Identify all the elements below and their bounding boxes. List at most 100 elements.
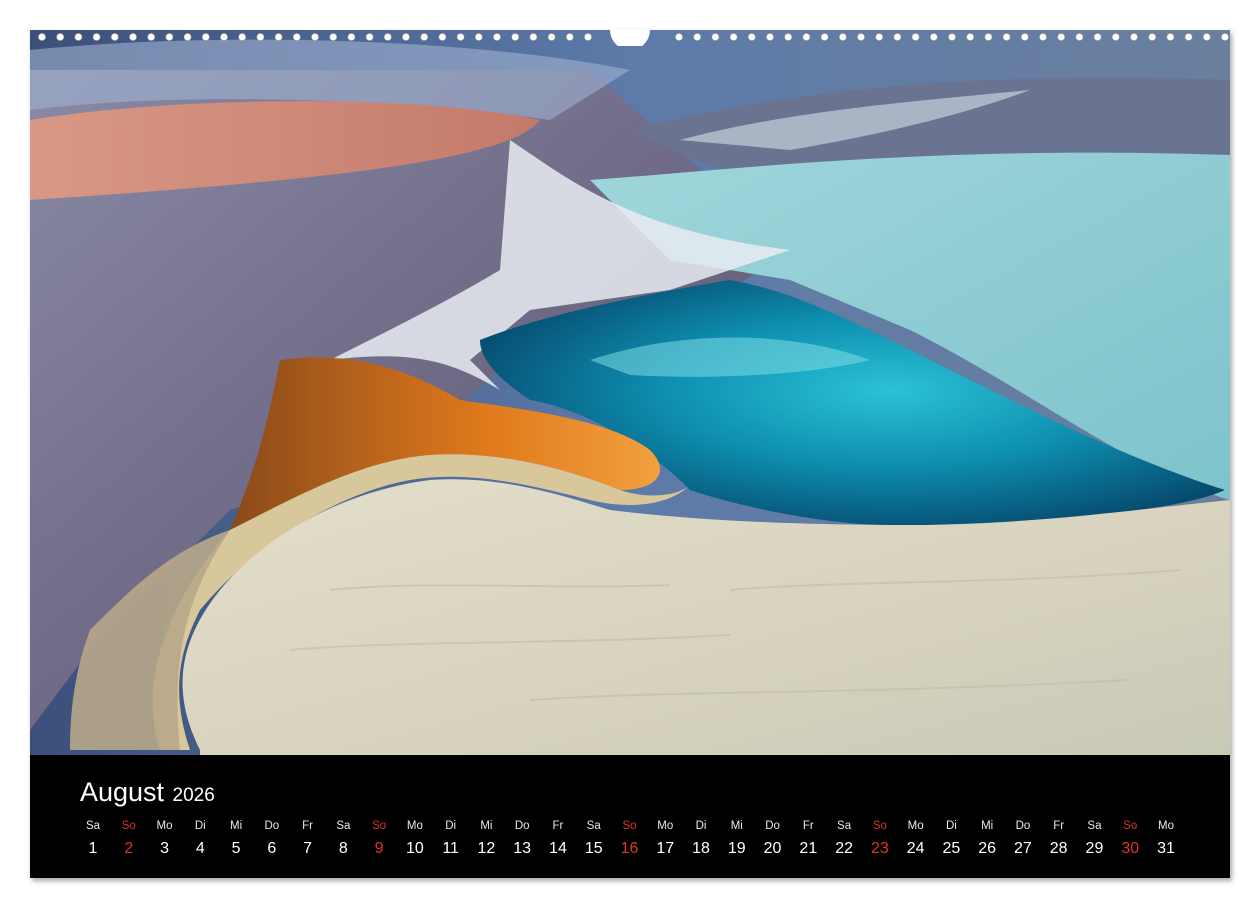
weekday-label: Di [445, 820, 457, 832]
weekday-label: Do [1015, 820, 1031, 832]
day-number: 7 [303, 840, 313, 857]
day-cell: Fr 7 [290, 819, 326, 859]
weekday-label: Fr [1053, 820, 1065, 832]
weekday-label: Sa [336, 820, 351, 832]
day-number: 24 [906, 840, 925, 857]
weekday-label: Mo [1158, 820, 1174, 832]
day-number: 23 [870, 840, 889, 857]
weekday-label: Do [514, 820, 530, 832]
day-number: 22 [835, 840, 853, 857]
weekday-label: So [622, 820, 637, 832]
day-number: 11 [442, 840, 459, 857]
day-number: 12 [477, 840, 496, 857]
day-number: 4 [195, 840, 205, 857]
month-title: August 2026 [80, 777, 215, 808]
calendar-page: August 2026 Sa 1 So 2 Mo 3 Di 4 Mi 5 Do 6 Fr 7 Sa 8 So 9 M… [30, 30, 1230, 878]
day-cell: Mi 12 [468, 819, 504, 859]
day-number: 3 [160, 840, 169, 857]
day-cell: So 30 [1112, 819, 1148, 859]
weekday-label: Fr [552, 820, 564, 832]
day-number: 9 [374, 840, 384, 857]
weekday-label: Sa [1087, 820, 1102, 832]
weekday-label: Mo [657, 820, 674, 832]
day-cell: Mi 26 [969, 819, 1005, 859]
day-cell: Mo 24 [898, 819, 934, 859]
day-cell: So 2 [111, 819, 147, 859]
hot-spring-photo [30, 30, 1230, 755]
weekday-label: Mo [406, 820, 423, 832]
day-cell: Mo 10 [397, 819, 433, 859]
day-number: 16 [620, 840, 639, 857]
day-cell: Di 11 [433, 819, 469, 859]
day-number: 2 [124, 840, 134, 857]
day-cell: Mo 17 [647, 819, 683, 859]
weekday-label: Do [264, 820, 280, 832]
weekday-label: Mo [156, 820, 173, 832]
weekday-label: Sa [85, 820, 101, 832]
day-number: 18 [692, 840, 710, 857]
weekday-label: Mi [730, 820, 743, 832]
day-row: Sa 1 So 2 Mo 3 Di 4 Mi 5 Do 6 Fr 7 Sa 8 So 9 Mo 10 Di 11 Mi 12 D… [75, 819, 1185, 869]
weekday-label: Di [695, 820, 707, 832]
weekday-label: Mi [981, 820, 994, 832]
day-cell: Sa 8 [325, 819, 361, 859]
day-number: 26 [978, 840, 997, 857]
hot-spring-image [30, 30, 1230, 755]
day-cell: Fr 14 [540, 819, 576, 859]
weekday-label: Sa [837, 820, 852, 832]
day-number: 5 [231, 840, 241, 857]
weekday-label: Di [945, 820, 957, 832]
day-number: 14 [549, 840, 567, 857]
weekday-label: Mi [480, 820, 493, 832]
day-number: 20 [763, 840, 782, 857]
day-cell: Fr 21 [790, 819, 826, 859]
weekday-label: Sa [586, 820, 601, 832]
weekday-label: So [121, 820, 136, 832]
day-cell: Mo 31 [1148, 819, 1184, 859]
day-number: 15 [584, 840, 603, 857]
day-number: 31 [1157, 840, 1175, 857]
day-cell: Do 27 [1005, 819, 1041, 859]
day-cell: Sa 29 [1076, 819, 1112, 859]
day-cell: So 16 [612, 819, 648, 859]
day-number: 6 [267, 840, 277, 857]
day-cell: Do 20 [755, 819, 791, 859]
day-number: 21 [799, 840, 818, 857]
weekday-label: So [372, 820, 387, 832]
day-cell: Mi 19 [719, 819, 755, 859]
month-name: August [80, 777, 165, 807]
weekday-label: Mo [907, 820, 924, 832]
day-cell: Fr 28 [1041, 819, 1077, 859]
day-number: 25 [942, 840, 961, 857]
day-cell: Di 4 [182, 819, 218, 859]
weekday-label: Fr [302, 820, 314, 832]
day-cell: Do 13 [504, 819, 540, 859]
day-cell: Sa 15 [576, 819, 612, 859]
weekday-label: Fr [802, 820, 814, 832]
day-number: 10 [405, 840, 424, 857]
day-number: 30 [1121, 840, 1140, 857]
day-cell: Mi 5 [218, 819, 254, 859]
day-number: 17 [656, 840, 675, 857]
month-year: 2026 [172, 785, 215, 806]
day-cell: Mo 3 [147, 819, 183, 859]
day-cell: So 9 [361, 819, 397, 859]
weekday-label: So [1123, 820, 1138, 832]
weekday-label: Mi [229, 820, 243, 832]
day-number: 13 [513, 840, 532, 857]
day-number: 8 [338, 840, 348, 857]
day-cell: Sa 1 [75, 819, 111, 859]
day-cell: Di 25 [933, 819, 969, 859]
day-number: 28 [1049, 840, 1068, 857]
day-cell: Sa 22 [826, 819, 862, 859]
day-number: 1 [88, 840, 98, 857]
day-number: 19 [727, 840, 746, 857]
day-number: 29 [1085, 840, 1104, 857]
day-cell: Do 6 [254, 819, 290, 859]
calendar-strip: August 2026 Sa 1 So 2 Mo 3 Di 4 Mi 5 Do 6 Fr 7 Sa 8 So 9 M… [30, 755, 1230, 878]
weekday-label: Do [765, 820, 780, 832]
day-cell: So 23 [862, 819, 898, 859]
weekday-label: Di [194, 820, 206, 832]
day-number: 27 [1014, 840, 1032, 857]
day-cell: Di 18 [683, 819, 719, 859]
